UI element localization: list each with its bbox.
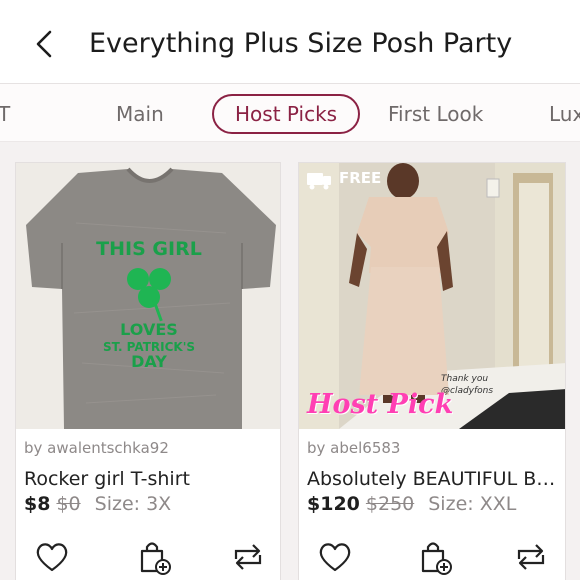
tab-previous[interactable]: T [0,94,10,134]
listing-actions [299,537,565,580]
listing-title[interactable]: Rocker girl T-shirt [24,468,276,490]
chevron-left-icon [36,30,52,58]
add-to-bundle-button[interactable] [134,537,174,577]
svg-text:LOVES: LOVES [120,320,178,339]
like-button[interactable] [32,537,72,577]
share-button[interactable] [228,537,268,577]
listing-card[interactable]: THIS GIRL LOVES ST. PATRICK'S DAY by awa… [15,162,281,580]
heart-icon [319,543,351,572]
listing-price: $8 [24,493,51,515]
back-button[interactable] [26,24,62,64]
listing-photo-dress[interactable]: FREE Thank you @cladyfons Host Pick [299,163,565,429]
free-shipping-label: FREE [339,169,382,187]
original-price: $0 [56,493,81,515]
photo-caption-line: Thank you [441,374,489,384]
listing-photo-tshirt[interactable]: THIS GIRL LOVES ST. PATRICK'S DAY [16,163,280,429]
shopping-bag-add-icon [421,542,452,575]
tab-lux[interactable]: Lux [549,94,580,134]
svg-text:DAY: DAY [131,352,167,371]
seller-username[interactable]: by abel6583 [307,439,400,457]
original-price: $250 [365,493,415,515]
free-shipping-badge: FREE [305,169,381,187]
add-to-bundle-button[interactable] [415,537,455,577]
header-bar: Everything Plus Size Posh Party [0,0,580,84]
shopping-bag-add-icon [140,542,171,575]
tshirt-photo: THIS GIRL LOVES ST. PATRICK'S DAY [16,163,280,429]
share-button[interactable] [511,537,551,577]
page-title: Everything Plus Size Posh Party [89,28,513,59]
price-row: $120 $250 Size: XXL [307,493,516,515]
like-button[interactable] [315,537,355,577]
listing-price: $120 [307,493,360,515]
share-icon [234,544,262,570]
tab-first-look[interactable]: First Look [388,94,483,134]
host-pick-overlay: Host Pick [307,389,454,420]
tab-host-picks[interactable]: Host Picks [212,94,361,134]
seller-username[interactable]: by awalentschka92 [24,439,169,457]
listing-title[interactable]: Absolutely BEAUTIFUL Be... [307,468,559,490]
heart-icon [36,543,68,572]
share-icon [517,544,545,570]
price-row: $8 $0 Size: 3X [24,493,171,515]
listing-card[interactable]: FREE Thank you @cladyfons Host Pick by a… [298,162,566,580]
tab-bar: T Main Host Picks First Look Lux [0,84,580,142]
listing-size: Size: XXL [428,493,517,515]
listing-size: Size: 3X [94,493,172,515]
listing-actions [16,537,280,580]
tab-main[interactable]: Main [116,94,164,134]
listing-grid: THIS GIRL LOVES ST. PATRICK'S DAY by awa… [0,142,580,580]
svg-text:THIS GIRL: THIS GIRL [96,238,202,260]
